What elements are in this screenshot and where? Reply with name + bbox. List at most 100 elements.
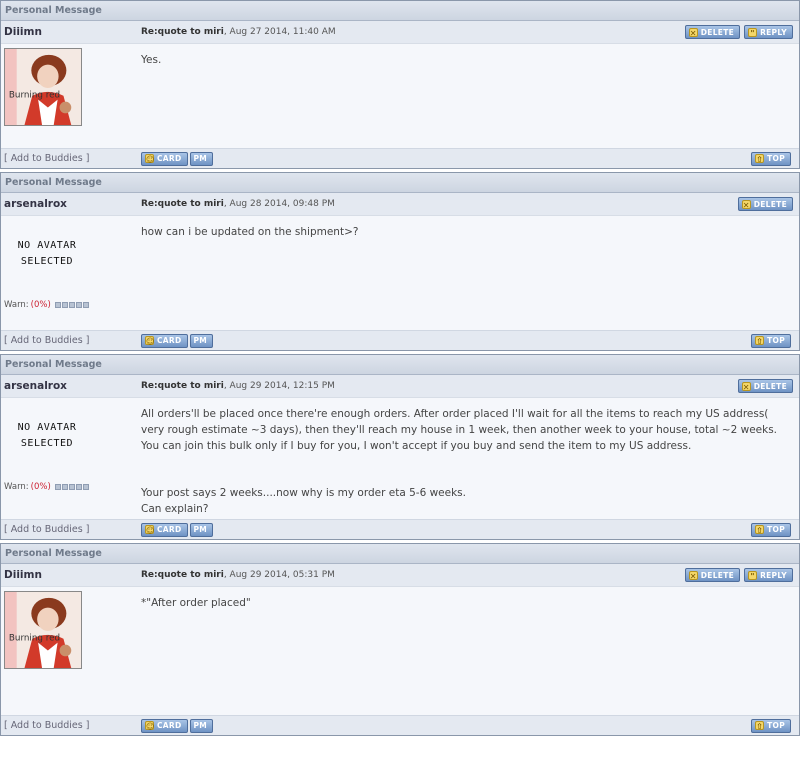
- warn-label: Warn:: [4, 482, 29, 492]
- no-avatar-line: NO AVATAR: [17, 422, 77, 433]
- pm-button[interactable]: PM: [189, 151, 214, 166]
- message-actions: ✕ DELETE: [737, 379, 799, 393]
- message-title: Personal Message: [1, 173, 799, 193]
- author-name[interactable]: arsenalrox: [1, 198, 141, 210]
- top-button[interactable]: ⇧ TOP: [751, 522, 791, 537]
- message-header: Diiimn Re:quote to miri, Aug 27 2014, 11…: [1, 21, 799, 44]
- message-body: NO AVATAR SELECTED Warn: (0%) how can i …: [1, 216, 799, 330]
- quote-icon: ": [748, 570, 758, 581]
- user-icon: ☺: [145, 154, 155, 164]
- top-button[interactable]: ⇧ TOP: [751, 151, 791, 166]
- message-footer: [ Add to Buddies ] ☺ CARD PM ⇧ TOP: [1, 715, 799, 735]
- message-4: Personal Message Diiimn Re:quote to miri…: [0, 543, 800, 736]
- delete-button[interactable]: ✕ DELETE: [737, 197, 793, 211]
- x-icon: ✕: [741, 199, 751, 210]
- author-name[interactable]: Diiimn: [1, 26, 141, 38]
- message-text: All orders'll be placed once there're en…: [141, 398, 799, 517]
- message-title: Personal Message: [1, 544, 799, 564]
- message-date: , Aug 29 2014, 05:31 PM: [223, 570, 335, 580]
- message-actions: ✕ DELETE " REPLY: [684, 25, 799, 39]
- footer-buttons: ☺ CARD PM: [141, 151, 751, 166]
- author-sidebar: NO AVATAR SELECTED Warn: (0%): [1, 216, 141, 330]
- subject-title: Re:quote to miri: [141, 381, 224, 391]
- warn-percent[interactable]: (0%): [31, 300, 51, 310]
- message-footer: [ Add to Buddies ] ☺ CARD PM ⇧ TOP: [1, 519, 799, 539]
- no-avatar-placeholder: NO AVATAR SELECTED: [8, 420, 86, 452]
- top-button[interactable]: ⇧ TOP: [751, 333, 791, 348]
- user-icon: ☺: [145, 336, 155, 346]
- message-date: , Aug 27 2014, 11:40 AM: [223, 27, 336, 37]
- no-avatar-placeholder: NO AVATAR SELECTED: [8, 238, 86, 270]
- message-body: Burning red *"After order placed": [1, 587, 799, 673]
- avatar-caption: Burning red: [9, 634, 60, 644]
- x-icon: ✕: [688, 570, 698, 581]
- card-button[interactable]: ☺ CARD: [141, 522, 188, 537]
- delete-button[interactable]: ✕ DELETE: [684, 568, 741, 582]
- footer-buttons: ☺ CARD PM: [141, 718, 751, 733]
- arrow-up-icon: ⇧: [755, 336, 765, 346]
- pm-button[interactable]: PM: [189, 333, 214, 348]
- message-paragraph: All orders'll be placed once there're en…: [141, 408, 777, 452]
- message-header: Diiimn Re:quote to miri, Aug 29 2014, 05…: [1, 564, 799, 587]
- top-button[interactable]: ⇧ TOP: [751, 718, 791, 733]
- top-wrap: ⇧ TOP: [751, 333, 799, 348]
- message-title: Personal Message: [1, 1, 799, 21]
- message-date: , Aug 29 2014, 12:15 PM: [223, 381, 335, 391]
- subject-title: Re:quote to miri: [141, 199, 224, 209]
- author-name[interactable]: Diiimn: [1, 569, 141, 581]
- pm-button[interactable]: PM: [189, 522, 214, 537]
- warn-level: Warn: (0%): [4, 300, 89, 310]
- user-icon: ☺: [145, 721, 155, 731]
- message-text: *"After order placed": [141, 587, 799, 673]
- message-header: arsenalrox Re:quote to miri, Aug 29 2014…: [1, 375, 799, 398]
- author-sidebar: NO AVATAR SELECTED Warn: (0%): [1, 398, 141, 516]
- message-3: Personal Message arsenalrox Re:quote to …: [0, 354, 800, 540]
- add-to-buddies-link[interactable]: [ Add to Buddies ]: [1, 524, 141, 535]
- delete-button[interactable]: ✕ DELETE: [737, 379, 793, 393]
- arrow-up-icon: ⇧: [755, 721, 765, 731]
- message-1: Personal Message Diiimn Re:quote to miri…: [0, 0, 800, 169]
- add-to-buddies-link[interactable]: [ Add to Buddies ]: [1, 153, 141, 164]
- top-wrap: ⇧ TOP: [751, 522, 799, 537]
- avatar[interactable]: Burning red: [4, 48, 82, 126]
- message-paragraph: Yes.: [141, 54, 162, 66]
- message-actions: ✕ DELETE: [737, 197, 799, 211]
- top-wrap: ⇧ TOP: [751, 151, 799, 166]
- message-body: NO AVATAR SELECTED Warn: (0%) All orders…: [1, 398, 799, 517]
- footer-buttons: ☺ CARD PM: [141, 522, 751, 537]
- arrow-up-icon: ⇧: [755, 525, 765, 535]
- no-avatar-line: NO AVATAR: [17, 240, 77, 251]
- author-sidebar: Burning red: [1, 44, 141, 130]
- x-icon: ✕: [741, 381, 751, 392]
- top-wrap: ⇧ TOP: [751, 718, 799, 733]
- warn-percent[interactable]: (0%): [31, 482, 51, 492]
- message-subject: Re:quote to miri, Aug 29 2014, 12:15 PM: [141, 381, 738, 391]
- pm-button[interactable]: PM: [189, 718, 214, 733]
- message-paragraph: how can i be updated on the shipment>?: [141, 226, 359, 238]
- card-button[interactable]: ☺ CARD: [141, 718, 188, 733]
- message-paragraph: Can explain?: [141, 503, 209, 515]
- message-date: , Aug 28 2014, 09:48 PM: [223, 199, 335, 209]
- add-to-buddies-link[interactable]: [ Add to Buddies ]: [1, 335, 141, 346]
- warn-bar: [54, 302, 89, 308]
- delete-button[interactable]: ✕ DELETE: [684, 25, 741, 39]
- message-footer: [ Add to Buddies ] ☺ CARD PM ⇧ TOP: [1, 330, 799, 350]
- card-button[interactable]: ☺ CARD: [141, 333, 188, 348]
- reply-button[interactable]: " REPLY: [744, 568, 793, 582]
- message-2: Personal Message arsenalrox Re:quote to …: [0, 172, 800, 351]
- message-footer: [ Add to Buddies ] ☺ CARD PM ⇧ TOP: [1, 148, 799, 168]
- avatar-caption: Burning red: [9, 91, 60, 101]
- warn-bar: [54, 484, 89, 490]
- avatar[interactable]: Burning red: [4, 591, 82, 669]
- author-name[interactable]: arsenalrox: [1, 380, 141, 392]
- card-button[interactable]: ☺ CARD: [141, 151, 188, 166]
- add-to-buddies-link[interactable]: [ Add to Buddies ]: [1, 720, 141, 731]
- message-body: Burning red Yes.: [1, 44, 799, 130]
- message-paragraph: Your post says 2 weeks....now why is my …: [141, 487, 466, 499]
- footer-buttons: ☺ CARD PM: [141, 333, 751, 348]
- reply-button[interactable]: " REPLY: [744, 25, 793, 39]
- warn-level: Warn: (0%): [4, 482, 89, 492]
- quote-icon: ": [748, 27, 758, 38]
- message-header: arsenalrox Re:quote to miri, Aug 28 2014…: [1, 193, 799, 216]
- x-icon: ✕: [688, 27, 698, 38]
